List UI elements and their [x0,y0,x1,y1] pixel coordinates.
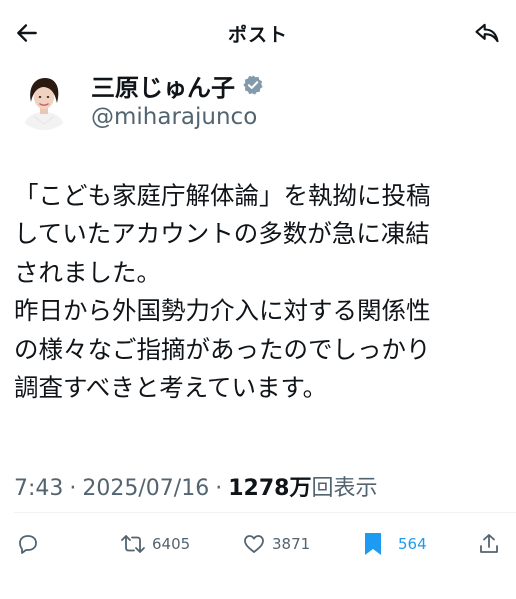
page-title: ポスト [227,24,288,46]
top-bar: ポスト [0,0,516,66]
bookmark-count: 564 [398,535,427,553]
meta-separator: · [215,476,223,501]
view-count-unit: 万 [289,476,312,501]
post-meta: 7:43 · 2025/07/16 · 1278 万 回表示 [14,470,377,502]
retweet-count: 6405 [152,535,191,553]
divider [14,512,516,513]
heart-icon [244,535,264,553]
meta-separator: · [69,476,77,501]
bookmark-icon [365,533,381,555]
retweet-button[interactable]: 6405 [120,528,190,560]
display-name[interactable]: 三原じゅん子 [91,68,235,103]
author-block: 三原じゅん子 @miharajunco [14,68,504,134]
post-time[interactable]: 7:43 [14,476,63,501]
post-line: の様々なご指摘があったのでしっかり [14,334,431,364]
share-button[interactable] [478,528,500,560]
verified-badge-icon [242,74,264,96]
name-row[interactable]: 三原じゅん子 [91,68,264,103]
reply-button[interactable] [470,16,504,50]
like-button[interactable]: 3871 [242,528,310,560]
avatar[interactable] [14,70,74,130]
user-handle[interactable]: @miharajunco [91,104,257,130]
share-icon [480,534,498,553]
post-line: されました。 [14,257,161,287]
bookmark-button[interactable]: 564 [362,528,427,560]
post-body: 「こども家庭庁解体論」を執拗に投稿 していたアカウントの多数が急に凍結 されまし… [14,177,509,407]
post-line: 「こども家庭庁解体論」を執拗に投稿 [14,181,431,210]
comment-icon [19,535,37,554]
post-line: していたアカウントの多数が急に凍結 [14,219,430,249]
view-count[interactable]: 1278 [228,476,289,501]
retweet-icon [121,535,145,553]
comment-button[interactable] [16,528,40,560]
post-date[interactable]: 2025/07/16 [82,476,209,501]
action-bar: 6405 3871 564 [0,522,516,566]
post-line: 昨日から外国勢力介入に対する関係性 [14,296,431,326]
post-line: 調査すべきと考えています。 [14,373,328,403]
like-count: 3871 [272,535,311,553]
reply-icon [475,23,499,43]
view-label[interactable]: 回表示 [311,470,377,502]
